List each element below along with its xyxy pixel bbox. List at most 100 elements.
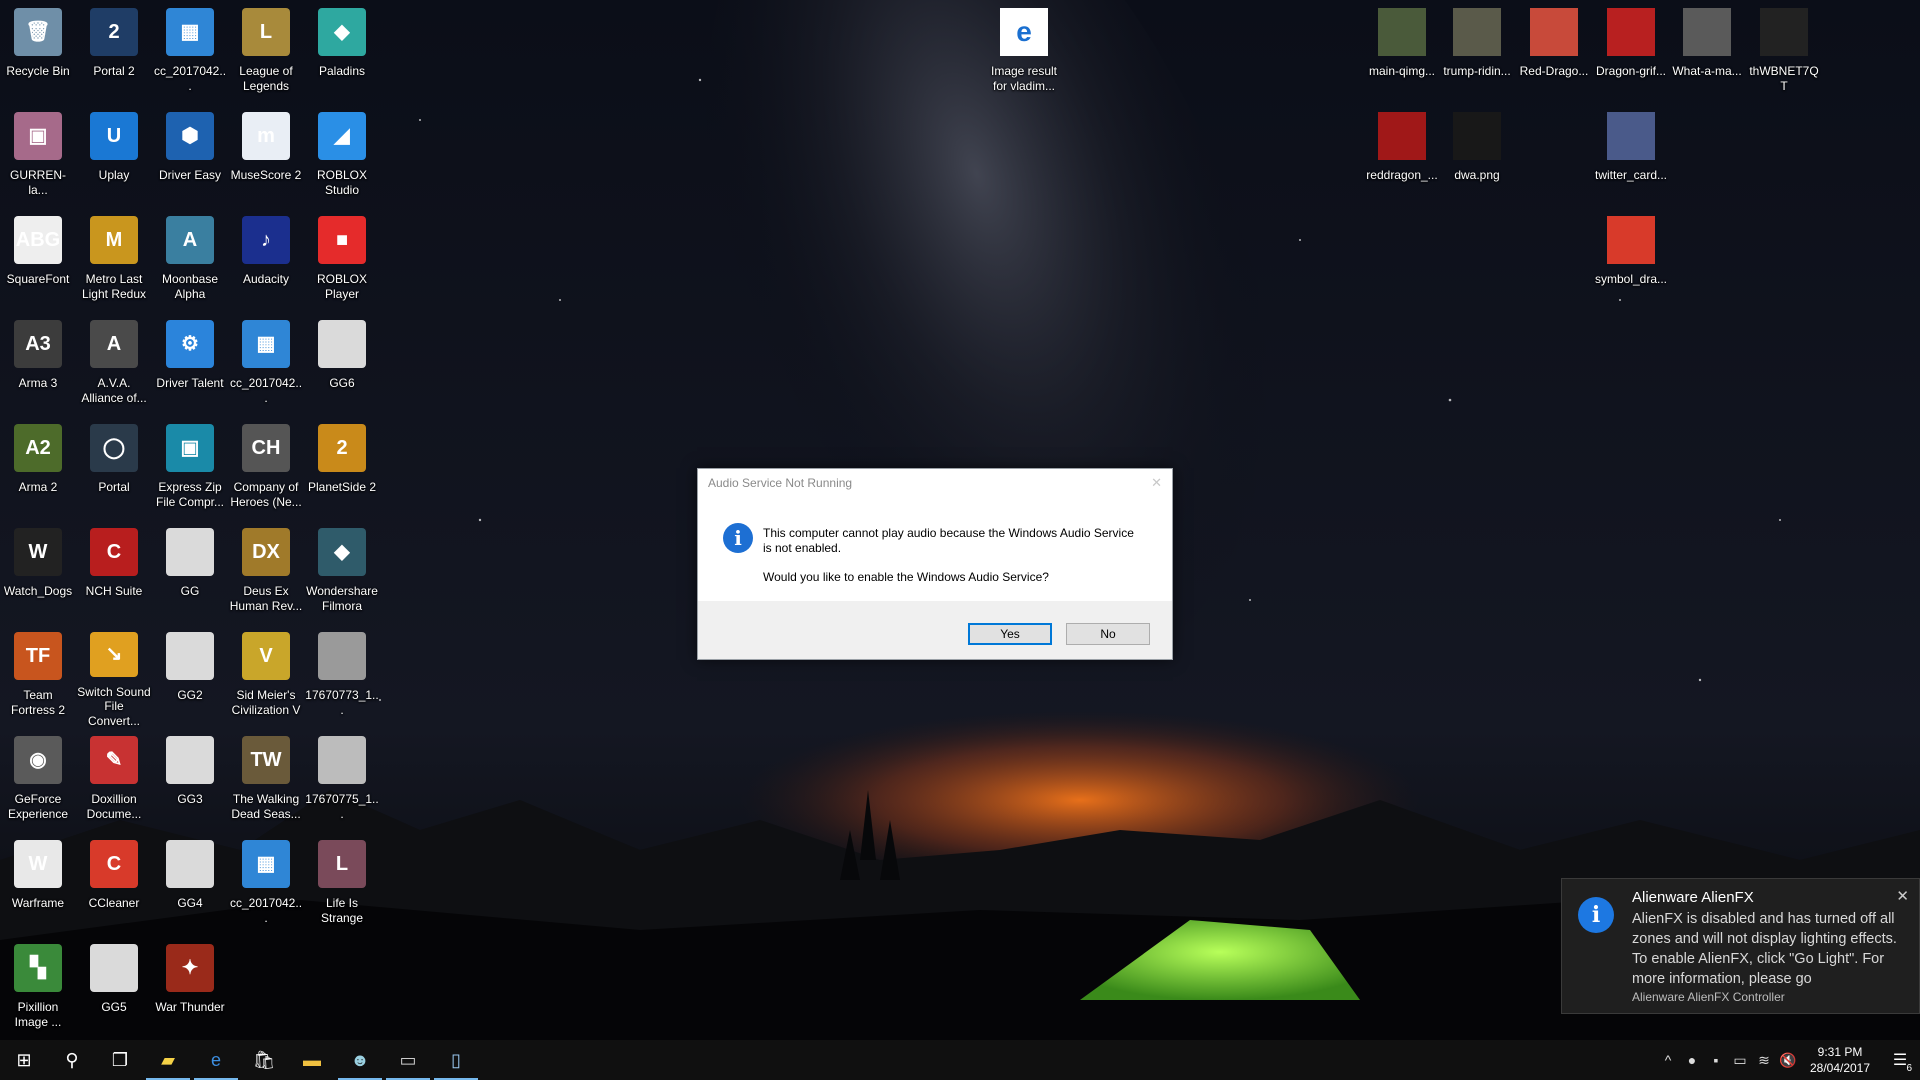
desktop-icon[interactable]: ◆ Paladins [305,2,379,104]
desktop-icon[interactable]: ◢ ROBLOX Studio [305,106,379,208]
clock[interactable]: 9:31 PM 28/04/2017 [1800,1044,1880,1076]
show-hidden-icons-icon[interactable]: ^ [1656,1052,1680,1069]
alienfx-notification[interactable]: i Alienware AlienFX AlienFX is disabled … [1561,878,1920,1014]
desktop-icon[interactable]: V Sid Meier's Civilization V [229,626,303,728]
desktop-icon[interactable]: 2 PlanetSide 2 [305,418,379,520]
desktop-icon[interactable]: ABG SquareFont [1,210,75,312]
taskbar-app-button[interactable]: e [192,1040,240,1080]
action-center-button[interactable]: ☰ 6 [1880,1050,1920,1074]
desktop-icon[interactable]: A2 Arma 2 [1,418,75,520]
shield-icon[interactable]: ● [1680,1052,1704,1069]
portal-2-icon: 2 [90,8,138,56]
desktop-icon[interactable]: ◯ Portal [77,418,151,520]
desktop-icon[interactable]: ◉ GeForce Experience [1,730,75,832]
desktop-icon[interactable]: L League of Legends [229,2,303,104]
taskbar-app-button[interactable]: ▭ [384,1040,432,1080]
image-file-icon [318,736,366,784]
desktop-icon[interactable]: ⚙ Driver Talent [153,314,227,416]
desktop-icon[interactable]: 2 Portal 2 [77,2,151,104]
search-button[interactable]: ⚲ [48,1040,96,1080]
desktop-icon[interactable]: 17670773_1... [305,626,379,728]
desktop-icon-label: The Walking Dead Seas... [231,792,301,821]
desktop-icon[interactable]: ♪ Audacity [229,210,303,312]
desktop-icon[interactable]: C CCleaner [77,834,151,936]
desktop-icon[interactable]: ◆ Wondershare Filmora [305,522,379,624]
desktop-icon[interactable]: GG [153,522,227,624]
yes-button[interactable]: Yes [968,623,1052,645]
desktop-icon[interactable]: TW The Walking Dead Seas... [229,730,303,832]
desktop-icon[interactable]: U Uplay [77,106,151,208]
desktop-icon[interactable]: GG2 [153,626,227,728]
desktop-icon[interactable]: ▦ cc_2017042... [229,834,303,936]
wifi-icon[interactable]: ≋ [1752,1052,1776,1069]
desktop-icon[interactable]: Dragon-grif... [1594,2,1668,104]
desktop-icon[interactable]: ■ ROBLOX Player [305,210,379,312]
terminal-icon: ▭ [399,1049,417,1070]
desktop-icon[interactable]: 17670775_1... [305,730,379,832]
desktop-icon[interactable]: m MuseScore 2 [229,106,303,208]
desktop-icon[interactable]: ▣ Express Zip File Compr... [153,418,227,520]
desktop-icon[interactable]: C NCH Suite [77,522,151,624]
desktop-icon[interactable]: W Watch_Dogs [1,522,75,624]
taskbar-app-button[interactable]: ▯ [432,1040,480,1080]
info-icon: i [723,523,753,553]
desktop-icon[interactable]: ✎ Doxillion Docume... [77,730,151,832]
desktop-icon[interactable]: GG6 [305,314,379,416]
volume-muted-icon[interactable]: 🔇 [1776,1052,1800,1069]
desktop-icon[interactable]: ▦ cc_2017042... [229,314,303,416]
switch-icon: ↘ [90,632,138,677]
team-fortress-2-icon: TF [14,632,62,680]
planetside-2-icon: 2 [318,424,366,472]
desktop-icon[interactable]: DX Deus Ex Human Rev... [229,522,303,624]
taskbar-app-button[interactable]: ☻ [336,1040,384,1080]
desktop-icon[interactable]: L Life Is Strange [305,834,379,936]
battery-icon[interactable]: ▭ [1728,1052,1752,1069]
close-icon[interactable]: ✕ [1896,887,1909,905]
desktop-icon[interactable]: W Warframe [1,834,75,936]
desktop-icon[interactable]: e Image result for vladim... [987,2,1061,104]
desktop-icon[interactable]: ▚ Pixillion Image ... [1,938,75,1040]
desktop-icon[interactable]: M Metro Last Light Redux [77,210,151,312]
desktop-icon-label: Driver Easy [158,168,221,182]
desktop-icon[interactable]: twitter_card... [1594,106,1668,208]
desktop-icon[interactable]: ⬢ Driver Easy [153,106,227,208]
desktop-icon[interactable]: reddragon_... [1365,106,1439,208]
desktop-icon[interactable]: ▣ GURREN-la... [1,106,75,208]
no-button[interactable]: No [1066,623,1150,645]
desktop-icon[interactable]: symbol_dra... [1594,210,1668,312]
desktop-icon-label: GURREN-la... [10,168,66,197]
taskbar-app-button[interactable]: ▬ [288,1040,336,1080]
close-icon[interactable]: ✕ [1151,475,1162,491]
desktop-icon[interactable]: thWBNET7QT [1747,2,1821,104]
taskbar-app-button[interactable]: 🛍 [240,1040,288,1080]
desktop-icon[interactable]: main-qimg... [1365,2,1439,104]
desktop-icon[interactable]: GG4 [153,834,227,936]
desktop-icon[interactable]: GG3 [153,730,227,832]
windows-logo-icon: ⊞ [16,1049,32,1070]
desktop-icon[interactable]: CH Company of Heroes (Ne... [229,418,303,520]
taskbar-app-button[interactable]: ▰ [144,1040,192,1080]
image-file-icon [1607,216,1655,264]
desktop-icon[interactable]: A3 Arma 3 [1,314,75,416]
start-button[interactable]: ⊞ [0,1040,48,1080]
desktop-icon[interactable]: A A.V.A. Alliance of... [77,314,151,416]
desktop-icon[interactable]: dwa.png [1440,106,1514,208]
desktop-icon[interactable]: A Moonbase Alpha [153,210,227,312]
desktop-icon[interactable]: Red-Drago... [1517,2,1591,104]
dialog-title: Audio Service Not Running [708,476,853,490]
desktop-icon[interactable]: What-a-ma... [1670,2,1744,104]
desktop-icon[interactable]: ✦ War Thunder [153,938,227,1040]
desktop-icon[interactable]: ▦ cc_2017042... [153,2,227,104]
desktop-icon[interactable]: 🗑 Recycle Bin [1,2,75,104]
desktop-icon-label: 17670773_1... [305,688,379,717]
desktop-icon[interactable]: ↘ Switch Sound File Convert... [77,626,151,728]
desktop-icon[interactable]: trump-ridin... [1440,2,1514,104]
desktop-icon-label: Doxillion Docume... [86,792,142,821]
desktop-icon[interactable]: GG5 [77,938,151,1040]
desktop-icon-label: Portal [98,480,130,494]
desktop-icon[interactable]: TF Team Fortress 2 [1,626,75,728]
file-explorer-icon: ▬ [303,1049,321,1070]
dialog-titlebar[interactable]: Audio Service Not Running ✕ [698,469,1172,497]
network-device-icon[interactable]: ▪ [1704,1052,1728,1069]
task-view-button[interactable]: ❐ [96,1040,144,1080]
